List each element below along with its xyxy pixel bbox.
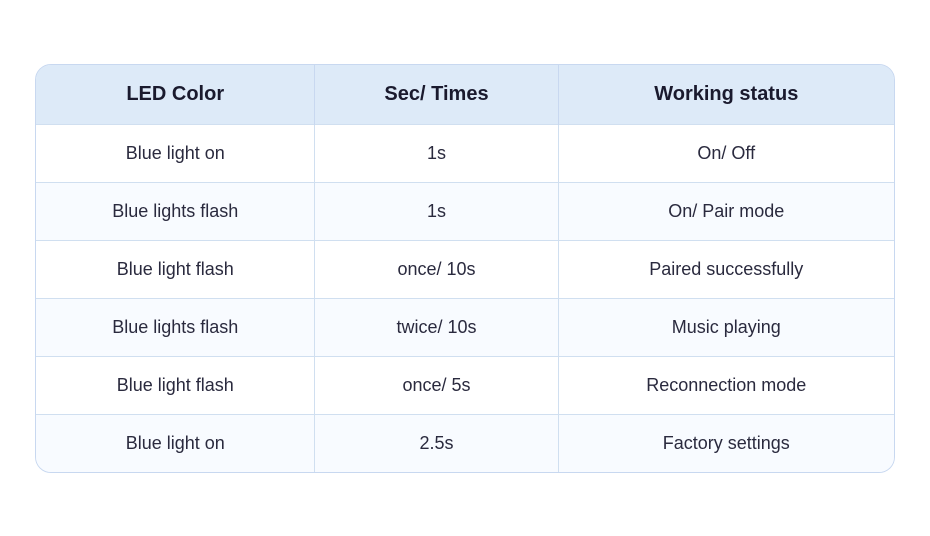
sec-times-cell: 2.5s <box>315 414 558 472</box>
led-status-table-container: LED Color Sec/ Times Working status Blue… <box>35 64 895 473</box>
sec-times-cell: once/ 5s <box>315 356 558 414</box>
sec-times-cell: twice/ 10s <box>315 298 558 356</box>
table-row: Blue lights flash1sOn/ Pair mode <box>36 182 894 240</box>
led-color-cell: Blue light on <box>36 414 315 472</box>
sec-times-header: Sec/ Times <box>315 65 558 125</box>
led-color-cell: Blue lights flash <box>36 298 315 356</box>
header-row: LED Color Sec/ Times Working status <box>36 65 894 125</box>
table-header: LED Color Sec/ Times Working status <box>36 65 894 125</box>
working-status-cell: Paired successfully <box>558 240 894 298</box>
table-row: Blue light on2.5sFactory settings <box>36 414 894 472</box>
working-status-cell: Reconnection mode <box>558 356 894 414</box>
sec-times-cell: 1s <box>315 182 558 240</box>
working-status-cell: On/ Pair mode <box>558 182 894 240</box>
led-color-cell: Blue light flash <box>36 356 315 414</box>
led-color-cell: Blue light on <box>36 124 315 182</box>
table-row: Blue light flashonce/ 10sPaired successf… <box>36 240 894 298</box>
working-status-cell: On/ Off <box>558 124 894 182</box>
working-status-cell: Music playing <box>558 298 894 356</box>
led-status-table: LED Color Sec/ Times Working status Blue… <box>36 65 894 472</box>
working-status-header: Working status <box>558 65 894 125</box>
led-color-header: LED Color <box>36 65 315 125</box>
table-row: Blue light on1sOn/ Off <box>36 124 894 182</box>
led-color-cell: Blue light flash <box>36 240 315 298</box>
table-row: Blue light flashonce/ 5sReconnection mod… <box>36 356 894 414</box>
sec-times-cell: 1s <box>315 124 558 182</box>
working-status-cell: Factory settings <box>558 414 894 472</box>
table-row: Blue lights flashtwice/ 10sMusic playing <box>36 298 894 356</box>
sec-times-cell: once/ 10s <box>315 240 558 298</box>
led-color-cell: Blue lights flash <box>36 182 315 240</box>
table-body: Blue light on1sOn/ OffBlue lights flash1… <box>36 124 894 472</box>
